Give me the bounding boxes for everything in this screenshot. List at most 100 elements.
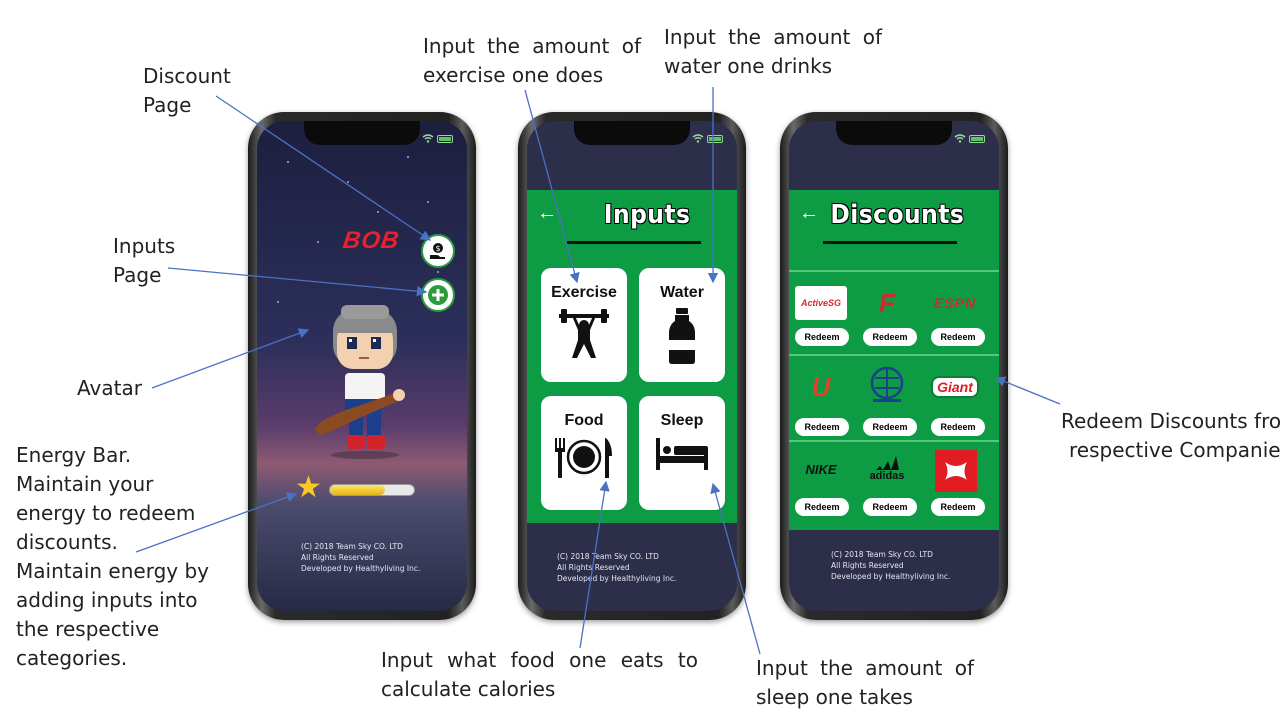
battery-icon (969, 134, 985, 143)
page-title: Inputs (603, 200, 691, 230)
u-logo: U (795, 370, 847, 404)
phone-inputs: ← Inputs Exercise Water Food Sleep (C) 2… (518, 112, 746, 620)
discounts-header: ← Discounts (789, 190, 999, 248)
food-card[interactable]: Food (541, 396, 627, 510)
discounts-screen: ← Discounts ActiveSG F ESPN Redeem Redee… (789, 121, 999, 611)
footer-line: (C) 2018 Team Sky CO. LTD (301, 542, 403, 551)
weightlifter-icon (559, 309, 609, 358)
exercise-card[interactable]: Exercise (541, 268, 627, 382)
footer-line: (C) 2018 Team Sky CO. LTD (557, 552, 659, 561)
nike-logo: NIKE (795, 452, 847, 486)
avatar (315, 305, 405, 459)
wifi-icon (692, 134, 704, 143)
card-label: Exercise (551, 284, 617, 301)
home-screen: BOB $ ★ (C) 2018 Team Sky CO. LTD All Ri… (257, 121, 467, 611)
energy-bar-fill (330, 485, 385, 495)
title-underline (823, 241, 957, 244)
bottle-icon (669, 308, 695, 364)
annotation-line: Maintain energy by (16, 559, 210, 583)
espn-logo: ESPN (929, 286, 981, 320)
inputs-screen: ← Inputs Exercise Water Food Sleep (C) 2… (527, 121, 737, 611)
annotation-line: Input the amount of (756, 656, 974, 680)
title-underline (567, 241, 701, 244)
phone-notch (304, 121, 420, 145)
redeem-button[interactable]: Redeem (795, 328, 849, 346)
water-card[interactable]: Water (639, 268, 725, 382)
discounts-panel: ← Discounts ActiveSG F ESPN Redeem Redee… (789, 190, 999, 530)
wifi-icon (422, 134, 434, 143)
annotation-text: Discount Page (143, 64, 231, 117)
annotation-line: discounts. (16, 530, 118, 554)
annotation-food: Input what food one eats to calculate ca… (381, 646, 698, 704)
footer-line: (C) 2018 Team Sky CO. LTD (831, 550, 933, 559)
redeem-button[interactable]: Redeem (795, 418, 849, 436)
logo-text: Giant (931, 376, 979, 398)
phone-discounts: ← Discounts ActiveSG F ESPN Redeem Redee… (780, 112, 1008, 620)
under-armour-logo (935, 450, 977, 492)
adidas-stripes-icon (876, 456, 899, 470)
bed-icon (656, 438, 708, 470)
annotation-text: Avatar (77, 376, 142, 400)
svg-text:$: $ (435, 244, 440, 253)
copyright-footer: (C) 2018 Team Sky CO. LTD All Rights Res… (831, 549, 950, 582)
footer-line: All Rights Reserved (557, 563, 630, 572)
status-bar (954, 134, 985, 143)
annotation-line: Input the amount of (664, 25, 882, 49)
annotation-line: Input what food one eats to (381, 648, 698, 672)
annotation-line: exercise one does (423, 63, 604, 87)
card-label: Food (564, 412, 604, 429)
redeem-button[interactable]: Redeem (931, 418, 985, 436)
inputs-page-button[interactable] (421, 278, 455, 312)
annotation-redeem: Redeem Discounts from respective Compani… (1061, 407, 1280, 465)
globe-icon (870, 366, 904, 402)
redeem-button[interactable]: Redeem (795, 498, 849, 516)
footer-line: Developed by Healthyliving Inc. (301, 564, 421, 573)
annotation-line: categories. (16, 646, 128, 670)
battery-icon (437, 134, 453, 143)
status-bar (422, 134, 453, 143)
back-arrow-icon[interactable]: ← (799, 202, 819, 225)
footer-line: All Rights Reserved (301, 553, 374, 562)
redeem-button[interactable]: Redeem (863, 328, 917, 346)
phone-home: BOB $ ★ (C) 2018 Team Sky CO. LTD All Ri… (248, 112, 476, 620)
annotation-sleep: Input the amount of sleep one takes (756, 654, 974, 712)
page-title: Discounts (830, 200, 965, 230)
annotation-line: energy to redeem (16, 501, 196, 525)
activesg-logo: ActiveSG (795, 286, 847, 320)
logo-text: NIKE (805, 461, 837, 477)
annotation-energy-bar: Energy Bar. Maintain your energy to rede… (16, 441, 209, 673)
logo-text: U (811, 371, 831, 402)
redeem-button[interactable]: Redeem (863, 418, 917, 436)
annotation-line: sleep one takes (756, 685, 913, 709)
redeem-button[interactable]: Redeem (931, 498, 985, 516)
inputs-header: ← Inputs (527, 190, 737, 248)
card-label: Water (660, 284, 704, 301)
redeem-button[interactable]: Redeem (863, 498, 917, 516)
footer-line: Developed by Healthyliving Inc. (557, 574, 677, 583)
back-arrow-icon[interactable]: ← (537, 202, 557, 225)
annotation-text: Inputs Page (113, 234, 176, 287)
plus-icon (428, 285, 448, 305)
annotation-line: Energy Bar. (16, 443, 132, 467)
annotation-line: adding inputs into (16, 588, 198, 612)
annotation-line: Redeem Discounts from (1061, 409, 1280, 433)
footer-line: All Rights Reserved (831, 561, 904, 570)
footer-line: Developed by Healthyliving Inc. (831, 572, 951, 581)
star-icon: ★ (295, 471, 322, 504)
logo-text: adidas (869, 470, 905, 482)
annotation-line: the respective (16, 617, 160, 641)
annotation-inputs-page: Inputs Page (113, 232, 183, 290)
phone-notch (574, 121, 690, 145)
annotation-line: calculate calories (381, 677, 556, 701)
sleep-card[interactable]: Sleep (639, 396, 725, 510)
battery-icon (707, 134, 723, 143)
annotation-water: Input the amount of water one drinks (664, 23, 882, 81)
annotation-discount-page: Discount Page (143, 62, 235, 120)
avatar-name: BOB (341, 227, 402, 254)
redeem-button[interactable]: Redeem (931, 328, 985, 346)
annotation-avatar: Avatar (77, 374, 142, 403)
inputs-panel: ← Inputs Exercise Water Food Sleep (527, 190, 737, 523)
status-bar (692, 134, 723, 143)
discount-page-button[interactable]: $ (421, 234, 455, 268)
annotation-line: Maintain your (16, 472, 154, 496)
